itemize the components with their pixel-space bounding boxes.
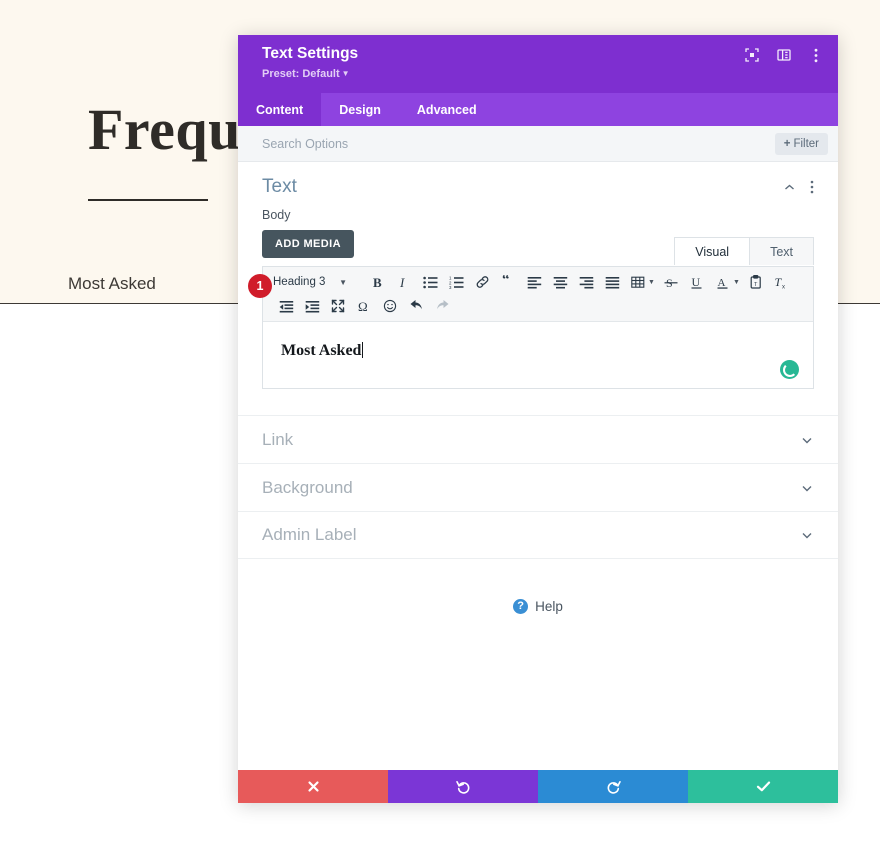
filter-label: Filter <box>793 137 819 150</box>
more-vertical-icon[interactable] <box>808 47 824 63</box>
redo-icon <box>606 779 621 794</box>
align-right-icon[interactable] <box>573 271 599 293</box>
chevron-down-icon <box>800 528 814 542</box>
save-button[interactable] <box>688 770 838 803</box>
preset-label: Preset: Default <box>262 68 340 80</box>
text-settings-modal: Text Settings Preset: Default ▼ Content … <box>238 35 838 803</box>
undo-button[interactable] <box>388 770 538 803</box>
saving-spinner-icon <box>780 360 799 379</box>
close-icon <box>307 780 320 793</box>
svg-text:T: T <box>754 282 758 288</box>
search-input[interactable] <box>262 136 775 151</box>
cancel-button[interactable] <box>238 770 388 803</box>
paste-as-text-icon[interactable]: T <box>743 271 769 293</box>
svg-text:“: “ <box>502 275 510 288</box>
layout-panel-icon[interactable] <box>776 47 792 63</box>
preset-selector[interactable]: Preset: Default ▼ <box>262 66 820 82</box>
undo-icon[interactable] <box>403 295 429 317</box>
svg-text:U: U <box>691 275 700 289</box>
clear-formatting-icon[interactable]: T x <box>769 271 795 293</box>
accordion-label: Link <box>262 429 294 449</box>
accordion-item-admin-label[interactable]: Admin Label <box>238 511 838 559</box>
editor-tab-text[interactable]: Text <box>750 237 814 265</box>
question-circle-icon: ? <box>513 599 529 614</box>
more-vertical-icon[interactable] <box>810 180 814 194</box>
svg-text:A: A <box>717 277 725 289</box>
italic-icon[interactable]: I <box>391 271 417 293</box>
accordion-item-link[interactable]: Link <box>238 415 838 463</box>
chevron-up-icon[interactable] <box>783 181 796 194</box>
blockquote-icon[interactable]: “ <box>495 271 521 293</box>
tab-design[interactable]: Design <box>321 93 399 126</box>
chevron-down-icon: ▼ <box>339 277 347 287</box>
chevron-down-icon[interactable]: ▼ <box>648 279 655 286</box>
section-title: Text <box>262 176 297 197</box>
numbered-list-icon[interactable]: 1 2 3 <box>443 271 469 293</box>
search-row: +Filter <box>238 126 838 162</box>
text-cursor <box>362 342 364 358</box>
modal-tab-bar: Content Design Advanced <box>238 93 838 126</box>
accordion-label: Admin Label <box>262 525 357 544</box>
strikethrough-icon[interactable]: S <box>658 271 684 293</box>
svg-text:B: B <box>373 275 382 290</box>
editor-toolbar: Heading 3 ▼ B I 1 2 3 “ ▼ S U A ▼ T T x … <box>263 267 813 322</box>
special-character-icon[interactable]: Ω <box>351 295 377 317</box>
step-marker-badge: 1 <box>248 274 272 298</box>
outdent-icon[interactable] <box>273 295 299 317</box>
modal-title: Text Settings <box>262 45 359 62</box>
align-left-icon[interactable] <box>521 271 547 293</box>
editor-content-area[interactable]: Most Asked <box>263 322 813 388</box>
chevron-down-icon <box>800 481 814 495</box>
help-label: Help <box>535 599 563 614</box>
accordion-label: Background <box>262 477 353 497</box>
emoji-icon[interactable] <box>377 295 403 317</box>
wysiwyg-editor: 1 Visual Text Heading 3 ▼ B I 1 2 3 “ ▼ … <box>248 237 814 389</box>
help-link[interactable]: ? Help <box>238 599 838 614</box>
body-field-label: Body <box>262 208 291 222</box>
section-text-header: Text <box>238 162 838 204</box>
bold-icon[interactable]: B <box>365 271 391 293</box>
align-justify-icon[interactable] <box>599 271 625 293</box>
format-select[interactable]: Heading 3 ▼ <box>273 276 351 288</box>
editor-mode-tabs: Visual Text <box>674 237 814 265</box>
chevron-down-icon: ▼ <box>341 69 350 79</box>
modal-header: Text Settings Preset: Default ▼ <box>238 35 838 93</box>
redo-icon <box>429 295 455 317</box>
editor-toolbar-row-1: Heading 3 ▼ B I 1 2 3 “ ▼ S U A ▼ T T x <box>273 270 807 294</box>
accordion-item-background[interactable]: Background <box>238 463 838 511</box>
undo-icon <box>455 779 471 794</box>
filter-button[interactable]: + Filter <box>774 132 828 155</box>
page-divider <box>88 199 208 201</box>
tab-content[interactable]: Content <box>238 93 322 126</box>
align-center-icon[interactable] <box>547 271 573 293</box>
svg-text:Ω: Ω <box>358 299 368 314</box>
tab-advanced[interactable]: Advanced <box>399 93 495 126</box>
editor-tab-visual[interactable]: Visual <box>674 237 751 265</box>
body-field: Body ADD MEDIA 1 Visual Text Heading 3 ▼ <box>238 204 838 389</box>
bulleted-list-icon[interactable] <box>417 271 443 293</box>
format-select-value: Heading 3 <box>273 276 326 288</box>
editor-toolbar-row-2: Ω <box>273 294 807 318</box>
check-icon <box>756 780 771 793</box>
editor-text: Most Asked <box>281 342 362 359</box>
svg-text:I: I <box>399 275 405 290</box>
redo-button[interactable] <box>538 770 688 803</box>
modal-body: Text Body ADD MEDIA 1 Visual Text Headin… <box>238 162 838 770</box>
svg-text:3: 3 <box>449 285 452 289</box>
underline-icon[interactable]: U <box>684 271 710 293</box>
focus-icon[interactable] <box>744 47 760 63</box>
fullscreen-icon[interactable] <box>325 295 351 317</box>
chevron-down-icon <box>800 433 814 447</box>
options-accordion: Link Background Admin Label <box>238 415 838 559</box>
page-subtitle: Most Asked <box>68 274 156 293</box>
link-icon[interactable] <box>469 271 495 293</box>
plus-icon: + <box>783 137 791 150</box>
indent-icon[interactable] <box>299 295 325 317</box>
header-icon-group <box>744 47 824 63</box>
editor-box: Heading 3 ▼ B I 1 2 3 “ ▼ S U A ▼ T T x … <box>262 266 814 389</box>
modal-footer <box>238 770 838 803</box>
chevron-down-icon[interactable]: ▼ <box>733 279 740 286</box>
svg-text:x: x <box>782 284 785 290</box>
add-media-button[interactable]: ADD MEDIA <box>262 230 354 258</box>
